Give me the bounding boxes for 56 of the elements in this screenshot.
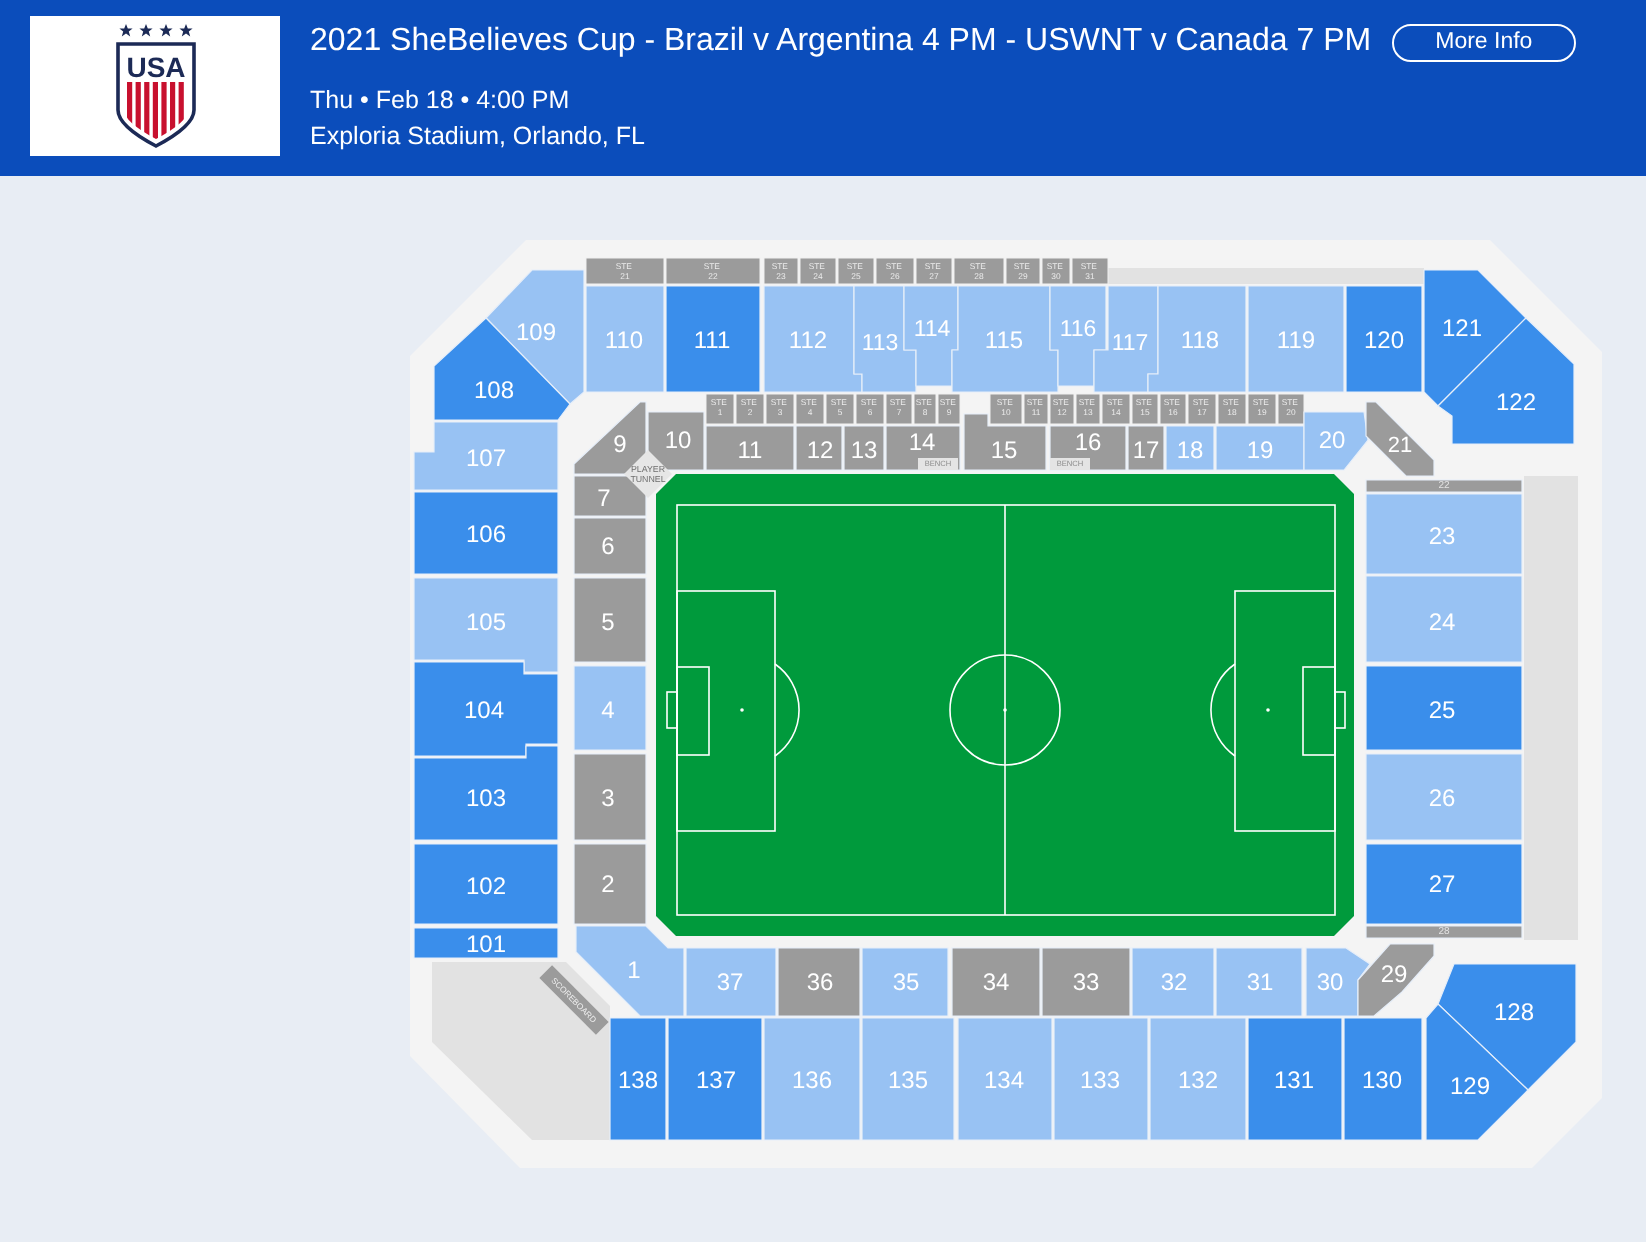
seating-section[interactable]: 11 [705, 425, 795, 471]
seating-section[interactable]: 118 [1147, 285, 1247, 393]
seating-section[interactable]: 12 [795, 425, 843, 471]
seating-section[interactable]: 115 [951, 285, 1059, 393]
seating-section[interactable]: 133 [1053, 1017, 1149, 1141]
seating-section[interactable]: 4 [573, 665, 647, 751]
seating-section[interactable]: 107 [413, 421, 559, 491]
seating-section[interactable]: 23 [1365, 493, 1523, 575]
seating-section[interactable]: 104 [413, 661, 559, 757]
seating-section[interactable]: 13 [843, 425, 885, 471]
seating-section[interactable]: 101 [413, 927, 559, 959]
seating-section[interactable]: 131 [1247, 1017, 1343, 1141]
seating-section[interactable]: 112 [763, 285, 863, 393]
seating-section[interactable]: 106 [413, 491, 559, 575]
seating-section[interactable]: 34 [951, 947, 1041, 1017]
seating-section[interactable]: 33 [1041, 947, 1131, 1017]
seating-section[interactable]: 25 [1365, 665, 1523, 751]
seating-section[interactable]: 26 [1365, 753, 1523, 841]
seating-section[interactable]: 110 [585, 285, 665, 393]
seating-section[interactable]: 37 [685, 947, 777, 1017]
seating-section[interactable]: 135 [861, 1017, 955, 1141]
seating-section[interactable]: 120 [1345, 285, 1423, 393]
seating-section[interactable]: 136 [763, 1017, 861, 1141]
event-title: 2021 SheBelieves Cup - Brazil v Argentina 4 PM - USWNT v Canada 7 PM [310, 22, 1372, 62]
seating-section[interactable]: 117 [1093, 285, 1159, 393]
event-date: Thu • Feb 18 • 4:00 PM [310, 84, 572, 118]
seating-section[interactable]: 3 [573, 753, 647, 841]
seating-section[interactable]: 5 [573, 577, 647, 663]
more-info-button[interactable]: More Info [1391, 23, 1577, 61]
seating-section[interactable]: 17 [1127, 425, 1165, 471]
seating-section[interactable]: 29 [1357, 943, 1435, 1017]
event-venue: Exploria Stadium, Orlando, FL [310, 120, 647, 154]
seating-section[interactable]: 18 [1165, 425, 1215, 471]
seating-section[interactable]: 113 [853, 285, 917, 393]
seating-section[interactable]: 36 [777, 947, 861, 1017]
seating-section[interactable]: 6 [573, 517, 647, 575]
seating-section[interactable]: 15 [963, 413, 1047, 471]
seating-section[interactable]: 119 [1247, 285, 1345, 393]
seating-section[interactable]: 19 [1215, 425, 1305, 471]
seating-section[interactable]: 105 [413, 577, 559, 673]
seating-section[interactable]: 31 [1215, 947, 1303, 1017]
seating-section[interactable]: 21 [1365, 401, 1435, 477]
seating-section[interactable]: 30 [1305, 947, 1371, 1017]
seating-section[interactable]: 2 [573, 843, 647, 925]
seating-section[interactable]: 138 [609, 1017, 667, 1141]
seating-section[interactable]: 130 [1343, 1017, 1423, 1141]
seating-section[interactable]: 132 [1149, 1017, 1247, 1141]
crest-logo: USA [111, 22, 199, 150]
seating-section[interactable]: 137 [667, 1017, 763, 1141]
seating-section[interactable]: 111 [665, 285, 761, 393]
seating-section[interactable]: 35 [861, 947, 949, 1017]
seating-section[interactable]: 27 [1365, 843, 1523, 925]
seating-section[interactable]: 24 [1365, 575, 1523, 663]
seating-section[interactable]: 134 [957, 1017, 1053, 1141]
seating-section[interactable]: 32 [1131, 947, 1215, 1017]
seating-section[interactable]: 102 [413, 843, 559, 925]
